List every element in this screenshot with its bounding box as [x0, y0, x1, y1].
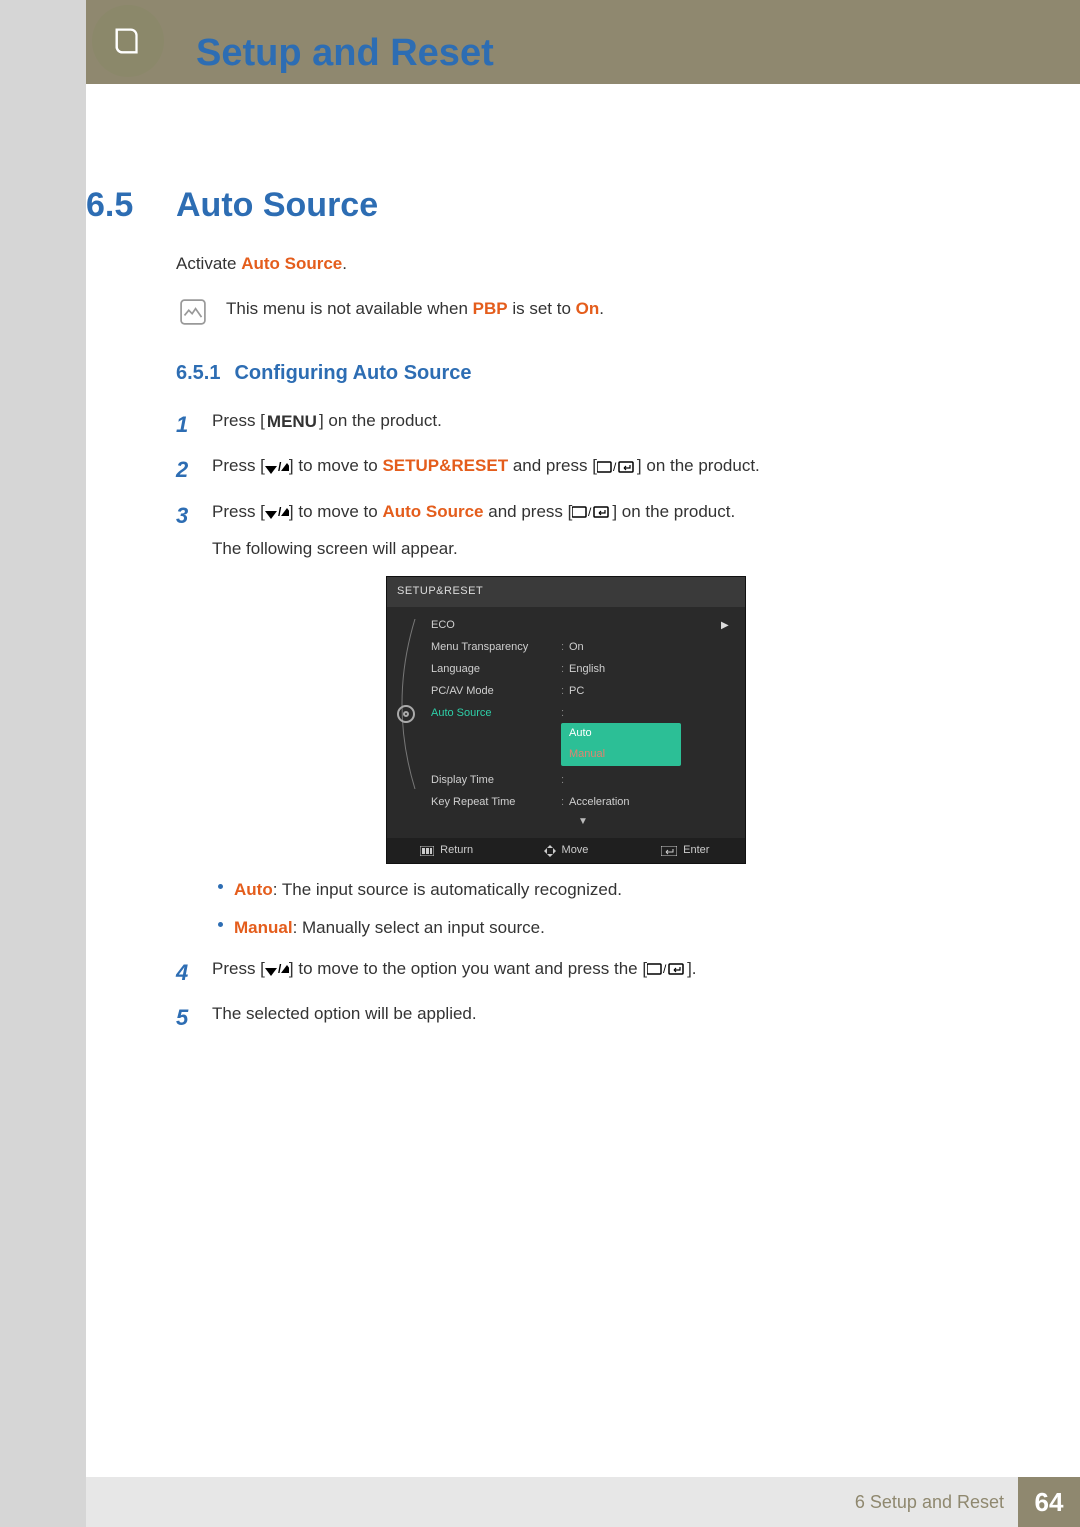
- svg-text:/: /: [278, 460, 282, 474]
- steps-list: 1 Press [MENU] on the product. 2 Press […: [176, 407, 980, 562]
- osd-footer-enter: Enter: [626, 842, 745, 860]
- step-2: 2 Press [/] to move to SETUP&RESET and p…: [176, 452, 980, 487]
- osd-row-pcav: PC/AV Mode:PC: [431, 681, 735, 703]
- note-icon: [176, 295, 210, 329]
- enter-icon: /: [647, 962, 687, 976]
- note-text: This menu is not available when PBP is s…: [226, 295, 604, 322]
- bullet-list: Auto: The input source is automatically …: [212, 876, 980, 940]
- intro-term: Auto Source: [241, 254, 342, 273]
- enter-icon: /: [597, 460, 637, 474]
- step-3-follow: The following screen will appear.: [212, 535, 980, 562]
- subsection-number: 6.5.1: [176, 357, 220, 389]
- step-4: 4 Press [/] to move to the option you wa…: [176, 955, 980, 990]
- body: Activate Auto Source. This menu is not a…: [176, 250, 980, 1045]
- svg-text:/: /: [278, 962, 282, 976]
- subsection-heading: 6.5.1 Configuring Auto Source: [176, 357, 980, 389]
- step-5: 5 The selected option will be applied.: [176, 1000, 980, 1035]
- steps-list-continued: 4 Press [/] to move to the option you wa…: [176, 955, 980, 1035]
- osd-row-keyrepeat: Key Repeat Time:Acceleration: [431, 792, 735, 814]
- chevron-right-icon: ▶: [721, 618, 735, 634]
- osd-screenshot: SETUP&RESET ECO▶ M: [386, 576, 980, 864]
- svg-text:/: /: [278, 505, 282, 519]
- updown-icon: /: [265, 962, 289, 976]
- subsection-title: Configuring Auto Source: [234, 357, 471, 389]
- osd-row-language: Language:English: [431, 659, 735, 681]
- menu-key: MENU: [265, 408, 319, 435]
- bullet-manual: Manual: Manually select an input source.: [212, 914, 980, 941]
- chapter-title: Setup and Reset: [196, 32, 494, 75]
- osd-option-manual: Manual: [561, 744, 681, 766]
- intro-suffix: .: [342, 254, 347, 273]
- gear-icon: [397, 705, 415, 723]
- section-number: 6.5: [86, 186, 133, 225]
- updown-icon: /: [265, 505, 289, 519]
- chapter-badge: [92, 5, 164, 77]
- book-icon: [111, 24, 145, 58]
- section-title: Auto Source: [176, 186, 378, 225]
- chevron-down-icon: ▼: [431, 814, 735, 834]
- updown-icon: /: [265, 460, 289, 474]
- osd-title: SETUP&RESET: [387, 577, 745, 607]
- svg-text:/: /: [588, 505, 592, 519]
- osd-dropdown: Auto Manual: [561, 723, 681, 766]
- footer-chapter-ref: 6 Setup and Reset: [855, 1492, 1004, 1513]
- intro-line: Activate Auto Source.: [176, 250, 980, 277]
- footer-page-number: 64: [1018, 1477, 1080, 1527]
- step-3: 3 Press [/] to move to Auto Source and p…: [176, 498, 980, 562]
- svg-text:/: /: [663, 962, 667, 976]
- return-icon: [420, 846, 434, 856]
- svg-text:/: /: [613, 460, 617, 474]
- osd-footer-move: Move: [506, 842, 625, 860]
- enter-icon: /: [572, 505, 612, 519]
- page: Setup and Reset 6.5 Auto Source Activate…: [0, 0, 1080, 1527]
- osd-footer-return: Return: [387, 842, 506, 860]
- note-row: This menu is not available when PBP is s…: [176, 295, 980, 329]
- osd-row-transparency: Menu Transparency:On: [431, 637, 735, 659]
- osd-row-displaytime: Display Time:: [431, 770, 735, 792]
- osd-option-auto: Auto: [561, 723, 681, 745]
- osd-row-autosource: Auto Source:: [431, 703, 735, 725]
- side-accent-bar: [0, 0, 86, 1527]
- bullet-auto: Auto: The input source is automatically …: [212, 876, 980, 903]
- osd-footer: Return Move Enter: [387, 838, 745, 864]
- move-icon: [544, 845, 556, 857]
- osd-rows: ECO▶ Menu Transparency:On Language:Engli…: [427, 607, 745, 838]
- intro-prefix: Activate: [176, 254, 241, 273]
- osd-row-eco: ECO▶: [431, 615, 735, 637]
- step-1: 1 Press [MENU] on the product.: [176, 407, 980, 442]
- page-footer: 6 Setup and Reset 64: [86, 1477, 1080, 1527]
- enter-footer-icon: [661, 846, 677, 856]
